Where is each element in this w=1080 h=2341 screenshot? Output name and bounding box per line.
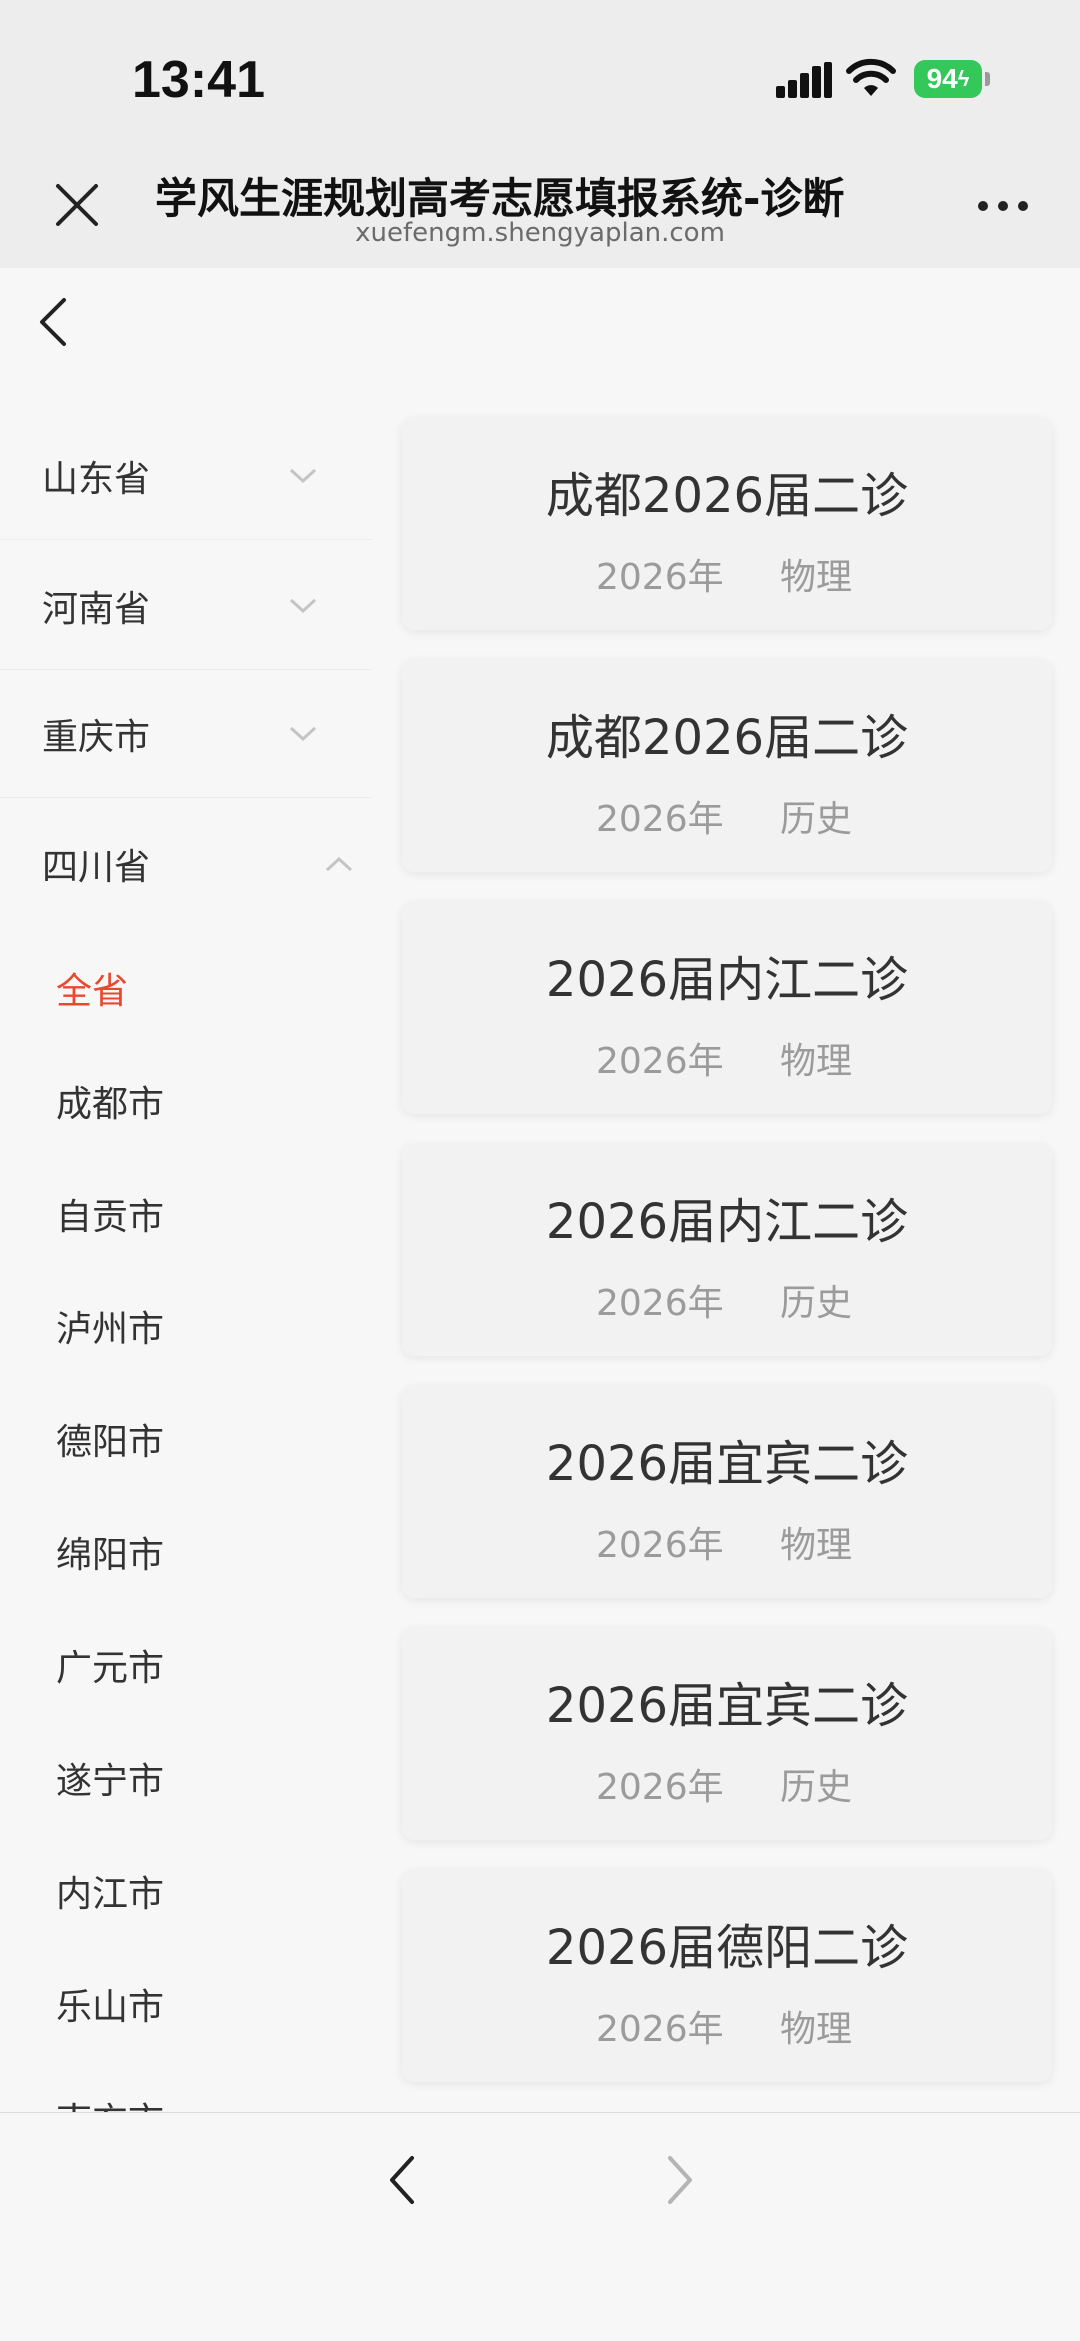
exam-card-year: 2026年 xyxy=(596,799,724,840)
exam-card-subject: 物理 xyxy=(780,557,853,598)
exam-card-subject: 历史 xyxy=(780,1283,853,1324)
province-label: 山东省 xyxy=(42,458,151,500)
exam-card-title: 2026届内江二诊 xyxy=(545,952,909,1008)
nav-forward-icon[interactable] xyxy=(662,2152,698,2208)
city-item[interactable]: 广元市 xyxy=(56,1639,164,1691)
exam-card-year: 2026年 xyxy=(596,1041,724,1082)
exam-card-title: 成都2026届二诊 xyxy=(545,468,909,524)
exam-card-year: 2026年 xyxy=(596,1525,724,1566)
exam-card-title: 2026届宜宾二诊 xyxy=(545,1678,909,1734)
exam-card-title: 2026届内江二诊 xyxy=(545,1194,909,1250)
city-item[interactable]: 乐山市 xyxy=(56,1978,164,2030)
exam-card-subject: 物理 xyxy=(780,1525,853,1566)
chevron-down-icon xyxy=(289,468,317,483)
city-item[interactable]: 自贡市 xyxy=(56,1188,164,1240)
exam-card-year: 2026年 xyxy=(596,1283,724,1324)
exam-card-title: 2026届宜宾二诊 xyxy=(545,1436,909,1492)
exam-card-subject: 历史 xyxy=(780,1767,853,1808)
wifi-icon xyxy=(846,58,896,96)
status-time: 13:41 xyxy=(132,51,265,109)
region-sidebar: 山东省 河南省 重庆市 四川省 全省 成都市 自贡市 泸州市 德阳市 绵阳市 广… xyxy=(0,412,372,2112)
exam-card-title: 2026届德阳二诊 xyxy=(545,1920,909,1976)
city-item[interactable]: 绵阳市 xyxy=(56,1526,164,1578)
province-item-henan[interactable]: 河南省 xyxy=(0,542,372,670)
back-icon[interactable] xyxy=(36,296,72,348)
province-item-chongqing[interactable]: 重庆市 xyxy=(0,670,372,798)
charging-bolt-icon: ϟ xyxy=(957,66,970,91)
exam-card-subject: 物理 xyxy=(780,2009,853,2050)
exam-card-year: 2026年 xyxy=(596,2009,724,2050)
exam-card[interactable]: 2026届内江二诊 2026年 历史 xyxy=(402,1144,1052,1356)
chevron-down-icon xyxy=(289,726,317,741)
exam-card-subject: 物理 xyxy=(780,1041,853,1082)
exam-card[interactable]: 成都2026届二诊 2026年 物理 xyxy=(402,418,1052,630)
province-item-sichuan[interactable]: 四川省 xyxy=(0,800,372,928)
city-item-all[interactable]: 全省 xyxy=(56,962,128,1014)
exam-card[interactable]: 2026届宜宾二诊 2026年 物理 xyxy=(402,1386,1052,1598)
battery-level: 94 xyxy=(926,63,958,94)
province-label: 四川省 xyxy=(42,847,151,888)
city-item[interactable]: 遂宁市 xyxy=(56,1752,164,1804)
bottom-nav-bar xyxy=(0,2112,1080,2341)
exam-card[interactable]: 成都2026届二诊 2026年 历史 xyxy=(402,660,1052,872)
chevron-down-icon xyxy=(289,598,317,613)
exam-card-title: 成都2026届二诊 xyxy=(545,710,909,766)
exam-card[interactable]: 2026届宜宾二诊 2026年 历史 xyxy=(402,1628,1052,1840)
page-url: xuefengm.shengyaplan.com xyxy=(355,218,725,248)
exam-card-year: 2026年 xyxy=(596,1767,724,1808)
province-label: 重庆市 xyxy=(42,716,151,758)
more-options-icon[interactable] xyxy=(975,196,1031,216)
province-item-shandong[interactable]: 山东省 xyxy=(0,412,372,540)
city-item[interactable]: 泸州市 xyxy=(56,1300,164,1352)
exam-card[interactable]: 2026届内江二诊 2026年 物理 xyxy=(402,902,1052,1114)
city-item[interactable]: 南充市 xyxy=(56,2092,164,2112)
page-title: 学风生涯规划高考志愿填报系统-诊断 xyxy=(155,174,845,223)
exam-card-year: 2026年 xyxy=(596,557,724,598)
province-label: 河南省 xyxy=(42,588,151,630)
exam-card[interactable]: 2026届德阳二诊 2026年 物理 xyxy=(402,1870,1052,2082)
battery-indicator: 94 ϟ xyxy=(914,60,982,98)
cellular-signal-icon xyxy=(776,62,832,98)
chevron-up-icon xyxy=(325,856,353,872)
battery-tip xyxy=(985,72,990,86)
city-item[interactable]: 德阳市 xyxy=(56,1413,164,1465)
city-item[interactable]: 内江市 xyxy=(56,1865,164,1917)
exam-card-subject: 历史 xyxy=(780,799,853,840)
city-item[interactable]: 成都市 xyxy=(56,1075,164,1127)
nav-back-icon[interactable] xyxy=(384,2152,420,2208)
